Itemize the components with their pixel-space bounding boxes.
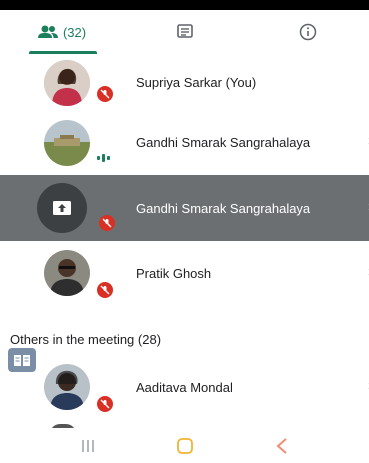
- present-screen-icon: [37, 183, 87, 233]
- participant-name: Pratik Ghosh: [136, 266, 212, 281]
- participant-row[interactable]: Gandhi Smarak Sangrahalaya ›: [0, 112, 369, 172]
- speaking-indicator-icon: [97, 154, 110, 162]
- participant-name: Gandhi Smarak Sangrahalaya: [136, 135, 311, 150]
- home-icon[interactable]: [176, 437, 194, 455]
- participant-row[interactable]: Aaditava Mondal ›: [0, 354, 369, 418]
- recent-apps-icon[interactable]: [80, 439, 96, 453]
- avatar: [44, 364, 90, 410]
- participant-name: Supriya Sarkar (You): [136, 75, 257, 90]
- tab-chat[interactable]: [123, 10, 246, 54]
- tab-info[interactable]: [246, 10, 369, 54]
- status-bar: [0, 0, 369, 10]
- mic-off-icon: [97, 213, 117, 233]
- section-label-others: Others in the meeting (28): [10, 332, 162, 347]
- info-icon: [299, 23, 316, 41]
- mic-off-icon: [95, 280, 115, 300]
- people-icon: [37, 25, 58, 38]
- participant-name: Gandhi Smarak Sangrahalaya: [136, 201, 311, 216]
- participant-name: Aaditava Mondal: [136, 380, 233, 395]
- people-count: (32): [62, 24, 87, 40]
- tab-bar: (32): [0, 10, 369, 54]
- avatar: [44, 60, 90, 106]
- participant-row[interactable]: Pratik Ghosh ›: [0, 242, 369, 306]
- reading-mode-icon[interactable]: [8, 348, 36, 372]
- chat-icon: [176, 24, 193, 38]
- avatar: [44, 120, 90, 166]
- avatar: [44, 250, 90, 296]
- participant-list[interactable]: Supriya Sarkar (You) Gandhi Smarak Sangr…: [0, 54, 369, 428]
- mic-off-icon: [95, 84, 115, 104]
- system-nav-bar: [0, 428, 369, 463]
- mic-off-icon: [95, 394, 115, 414]
- tab-people[interactable]: (32): [0, 10, 123, 54]
- participant-row[interactable]: Supriya Sarkar (You): [0, 54, 369, 112]
- back-icon[interactable]: [275, 437, 289, 455]
- participant-row-presenting[interactable]: Gandhi Smarak Sangrahalaya ›: [0, 175, 369, 241]
